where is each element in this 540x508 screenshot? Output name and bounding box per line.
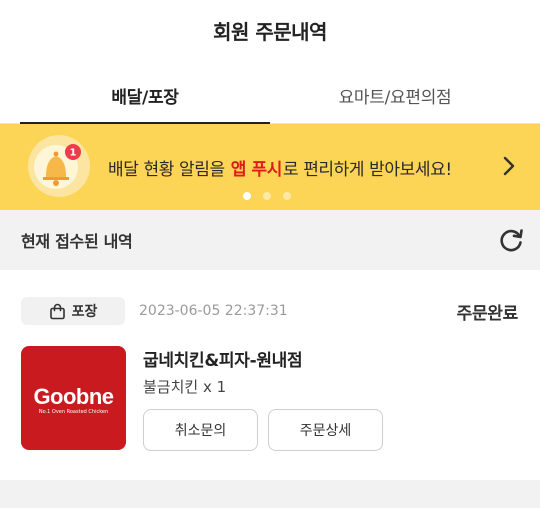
- order-item-summary: 불금치킨 x 1: [143, 378, 227, 396]
- banner-text-after: 로 편리하게 받아보세요!: [282, 159, 452, 180]
- chevron-right-icon[interactable]: [502, 155, 516, 177]
- page-title: 회원 주문내역: [213, 19, 327, 44]
- store-logo[interactable]: Goobne No.1 Oven Roasted Chicken: [21, 346, 126, 450]
- store-logo-tagline: No.1 Oven Roasted Chicken: [38, 409, 109, 415]
- banner-text-before: 배달 현황 알림을: [108, 159, 225, 180]
- order-type-label: 포장: [71, 304, 98, 320]
- page-header: 회원 주문내역: [0, 0, 540, 60]
- pagination-dot-3[interactable]: [283, 192, 291, 200]
- bottom-divider: [0, 480, 540, 508]
- tab-yomart[interactable]: 요마트/요편의점: [270, 66, 520, 124]
- order-status: 주문완료: [456, 303, 519, 324]
- banner-highlight: 앱 푸시: [230, 159, 283, 180]
- order-detail-button[interactable]: 주문상세: [268, 409, 383, 451]
- banner-pagination: [243, 192, 291, 200]
- order-tabs: 배달/포장 요마트/요편의점: [0, 66, 540, 125]
- current-orders-header: 현재 접수된 내역: [0, 210, 540, 270]
- order-type-badge: 포장: [21, 297, 125, 325]
- current-orders-label: 현재 접수된 내역: [21, 232, 133, 251]
- order-datetime: 2023-06-05 22:37:31: [139, 303, 288, 319]
- pagination-dot-1[interactable]: [243, 192, 251, 200]
- bell-icon: 1: [28, 135, 90, 197]
- shopping-bag-icon: [49, 303, 65, 319]
- tab-delivery-pickup[interactable]: 배달/포장: [20, 66, 270, 125]
- store-logo-brand: Goobne: [33, 384, 114, 409]
- notification-badge-count: 1: [70, 148, 77, 159]
- pagination-dot-2[interactable]: [263, 192, 271, 200]
- order-card: 포장 2023-06-05 22:37:31 주문완료 Goobne No.1 …: [0, 270, 540, 480]
- store-name[interactable]: 굽네치킨&피자-원내점: [143, 346, 303, 371]
- refresh-icon[interactable]: [498, 227, 524, 253]
- cancel-inquiry-button[interactable]: 취소문의: [143, 409, 258, 451]
